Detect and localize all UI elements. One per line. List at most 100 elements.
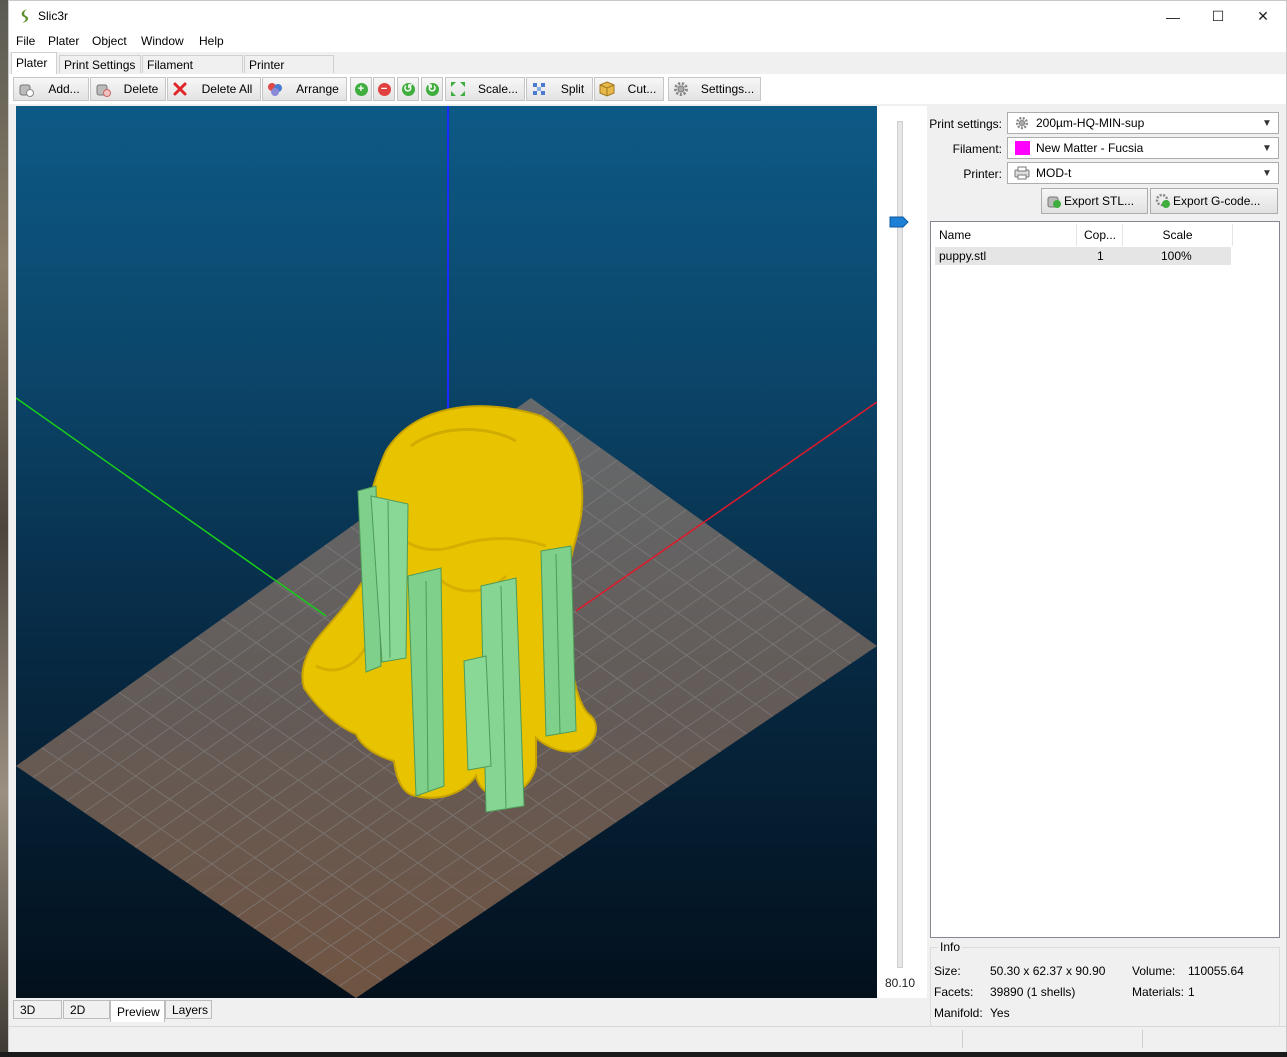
print-settings-label: Print settings: bbox=[929, 117, 1002, 131]
view-mode-tabs: 3D 2D Preview Layers bbox=[13, 1000, 313, 1022]
cut-button-label: Cut... bbox=[627, 82, 657, 96]
minimize-button[interactable]: — bbox=[1150, 1, 1196, 32]
decrease-copies-button[interactable]: − bbox=[373, 77, 395, 101]
info-size-value: 50.30 x 62.37 x 90.90 bbox=[990, 964, 1106, 978]
info-group: Info Size: 50.30 x 62.37 x 90.90 Volume:… bbox=[930, 940, 1280, 1027]
menu-file[interactable]: File bbox=[14, 34, 37, 48]
chevron-down-icon: ▼ bbox=[1262, 142, 1272, 154]
add-button[interactable]: Add... bbox=[13, 77, 89, 101]
tab-2d[interactable]: 2D bbox=[63, 1000, 110, 1019]
rotate-left-button[interactable]: ↺ bbox=[397, 77, 419, 101]
title-bar: Slic3r — ☐ ✕ bbox=[9, 1, 1286, 32]
printer-label: Printer: bbox=[963, 167, 1002, 181]
delete-all-button[interactable]: Delete All bbox=[167, 77, 261, 101]
tab-plater[interactable]: Plater bbox=[11, 52, 57, 74]
split-button-label: Split bbox=[560, 82, 585, 96]
menu-object[interactable]: Object bbox=[90, 34, 129, 48]
layer-slider-panel: 80.10 bbox=[877, 106, 927, 998]
info-materials-value: 1 bbox=[1188, 985, 1195, 999]
scale-button[interactable]: Scale... bbox=[445, 77, 525, 101]
layer-height-value: 80.10 bbox=[885, 976, 916, 990]
tab-3d[interactable]: 3D bbox=[13, 1000, 62, 1019]
arrange-button[interactable]: Arrange bbox=[262, 77, 347, 101]
gear-icon bbox=[1014, 116, 1030, 130]
info-materials-label: Materials: bbox=[1132, 985, 1185, 999]
delete-button[interactable]: Delete bbox=[90, 77, 166, 101]
object-copies: 1 bbox=[1097, 249, 1104, 263]
layer-slider-track[interactable] bbox=[897, 121, 903, 968]
info-facets-label: Facets: bbox=[934, 985, 974, 999]
menu-help[interactable]: Help bbox=[197, 34, 226, 48]
scale-icon bbox=[450, 81, 466, 97]
split-icon bbox=[531, 81, 547, 97]
export-gcode-icon bbox=[1155, 193, 1171, 209]
column-header-copies[interactable]: Cop... bbox=[1077, 224, 1123, 246]
object-name: puppy.stl bbox=[939, 249, 987, 263]
export-stl-icon bbox=[1046, 193, 1062, 209]
rotate-right-button[interactable]: ↻ bbox=[421, 77, 443, 101]
export-gcode-label: Export G-code... bbox=[1173, 194, 1261, 208]
chevron-down-icon: ▼ bbox=[1262, 117, 1272, 129]
tab-layers[interactable]: Layers bbox=[165, 1000, 212, 1019]
delete-button-label: Delete bbox=[123, 82, 159, 96]
rotate-right-icon: ↻ bbox=[425, 82, 439, 96]
column-header-scale[interactable]: Scale bbox=[1123, 224, 1233, 246]
status-separator bbox=[1142, 1030, 1143, 1048]
tab-printer-settings[interactable]: Printer Settings bbox=[244, 55, 334, 90]
column-header-name[interactable]: Name bbox=[935, 224, 1077, 246]
printer-select[interactable]: MOD-t ▼ bbox=[1007, 162, 1279, 184]
export-gcode-button[interactable]: Export G-code... bbox=[1150, 188, 1278, 214]
increase-copies-button[interactable]: + bbox=[350, 77, 372, 101]
delete-all-icon bbox=[172, 81, 188, 97]
scale-button-label: Scale... bbox=[477, 82, 519, 96]
object-scale: 100% bbox=[1161, 249, 1192, 263]
status-separator bbox=[962, 1030, 963, 1048]
print-settings-select[interactable]: 200µm-HQ-MIN-sup ▼ bbox=[1007, 112, 1279, 134]
info-title: Info bbox=[938, 940, 963, 954]
info-manifold-value: Yes bbox=[990, 1006, 1010, 1020]
info-size-label: Size: bbox=[934, 964, 961, 978]
plus-icon: + bbox=[354, 82, 368, 96]
main-tabs: Plater Print Settings Filament Settings … bbox=[9, 52, 1286, 90]
info-facets-value: 39890 (1 shells) bbox=[990, 985, 1076, 999]
tab-filament-settings[interactable]: Filament Settings bbox=[142, 55, 243, 90]
rotate-left-icon: ↺ bbox=[401, 82, 415, 96]
preview-3d-canvas[interactable] bbox=[16, 106, 877, 998]
app-window: Slic3r — ☐ ✕ File Plater Object Window H… bbox=[8, 0, 1287, 1052]
gear-icon bbox=[673, 81, 689, 97]
print-settings-value: 200µm-HQ-MIN-sup bbox=[1036, 116, 1145, 130]
chevron-down-icon: ▼ bbox=[1262, 167, 1272, 179]
printer-icon bbox=[1014, 166, 1030, 180]
window-title: Slic3r bbox=[38, 9, 69, 23]
filament-value: New Matter - Fucsia bbox=[1036, 141, 1144, 155]
right-panel: Print settings: 200µm-HQ-MIN-sup ▼ Filam… bbox=[927, 104, 1282, 1027]
filament-color-swatch[interactable] bbox=[1014, 141, 1030, 155]
maximize-button[interactable]: ☐ bbox=[1195, 1, 1241, 32]
cut-box-icon bbox=[599, 81, 615, 97]
plater-toolbar: Add... Delete Delete All Arrange + − ↺ ↻… bbox=[9, 74, 1286, 104]
filament-select[interactable]: New Matter - Fucsia ▼ bbox=[1007, 137, 1279, 159]
status-bar bbox=[9, 1026, 1286, 1052]
menu-window[interactable]: Window bbox=[139, 34, 186, 48]
printer-value: MOD-t bbox=[1036, 166, 1072, 180]
menu-plater[interactable]: Plater bbox=[46, 34, 81, 48]
menu-bar: File Plater Object Window Help bbox=[9, 32, 1286, 52]
tab-preview[interactable]: Preview bbox=[110, 1000, 165, 1022]
delete-all-button-label: Delete All bbox=[201, 82, 253, 96]
minus-icon: − bbox=[377, 82, 391, 96]
split-button[interactable]: Split bbox=[526, 77, 593, 101]
info-volume-value: 110055.64 bbox=[1188, 964, 1244, 978]
taskbar-edge bbox=[0, 1052, 1287, 1057]
object-list[interactable]: Name Cop... Scale puppy.stl 1 100% bbox=[930, 221, 1280, 938]
export-stl-button[interactable]: Export STL... bbox=[1041, 188, 1148, 214]
delete-object-icon bbox=[95, 81, 111, 97]
info-volume-label: Volume: bbox=[1132, 964, 1176, 978]
layer-slider-thumb[interactable] bbox=[889, 216, 909, 228]
cut-button[interactable]: Cut... bbox=[594, 77, 664, 101]
object-settings-button[interactable]: Settings... bbox=[668, 77, 761, 101]
arrange-button-label: Arrange bbox=[296, 82, 339, 96]
close-button[interactable]: ✕ bbox=[1240, 1, 1286, 32]
object-row[interactable]: puppy.stl 1 100% bbox=[935, 247, 1231, 265]
tab-print-settings[interactable]: Print Settings bbox=[59, 55, 141, 73]
add-button-label: Add... bbox=[48, 82, 80, 96]
